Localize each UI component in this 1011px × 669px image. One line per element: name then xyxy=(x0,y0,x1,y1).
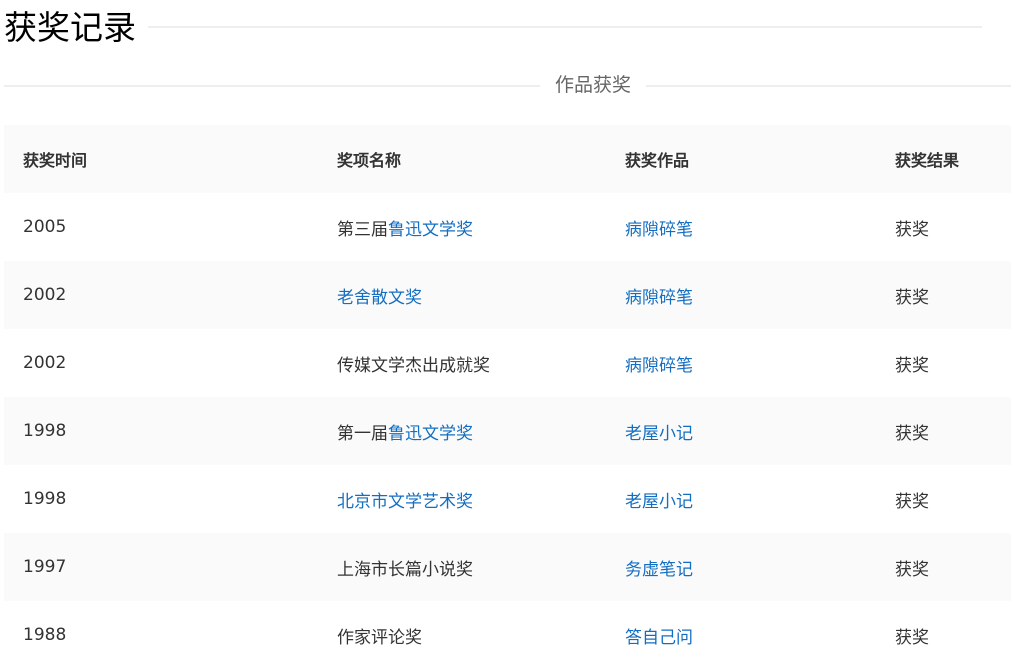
work-cell: 务虚笔记 xyxy=(625,533,895,601)
table-row: 1997 上海市长篇小说奖 务虚笔记 获奖 xyxy=(4,533,1011,601)
header-work: 获奖作品 xyxy=(625,151,690,170)
award-prefix: 第一届 xyxy=(337,423,388,444)
title-divider xyxy=(148,26,982,28)
header-award: 奖项名称 xyxy=(337,151,402,170)
award-cell: 老舍散文奖 xyxy=(337,261,625,329)
work-cell: 病隙碎笔 xyxy=(625,261,895,329)
work-cell: 病隙碎笔 xyxy=(625,193,895,261)
year-cell: 1997 xyxy=(23,557,67,577)
result-cell: 获奖 xyxy=(895,423,929,444)
table-header: 获奖时间 奖项名称 获奖作品 获奖结果 xyxy=(4,125,1011,193)
section-title: 作品获奖 xyxy=(540,72,647,98)
work-cell: 老屋小记 xyxy=(625,465,895,533)
year-cell: 2002 xyxy=(23,285,67,305)
year-cell: 1998 xyxy=(23,489,67,509)
page-title: 获奖记录 xyxy=(4,6,148,50)
work-link[interactable]: 病隙碎笔 xyxy=(625,356,693,376)
year-cell: 2002 xyxy=(23,353,67,373)
work-link[interactable]: 老屋小记 xyxy=(625,492,693,512)
result-cell: 获奖 xyxy=(895,491,929,512)
table-row: 2002 老舍散文奖 病隙碎笔 获奖 xyxy=(4,261,1011,329)
award-prefix: 传媒文学杰出成就奖 xyxy=(337,355,490,376)
work-link[interactable]: 务虚笔记 xyxy=(625,560,693,580)
result-cell: 获奖 xyxy=(895,559,929,580)
award-cell: 作家评论奖 xyxy=(337,601,625,669)
table-row: 2002 传媒文学杰出成就奖 病隙碎笔 获奖 xyxy=(4,329,1011,397)
awards-table: 获奖时间 奖项名称 获奖作品 获奖结果 2005 第三届鲁迅文学奖 病隙碎笔 获… xyxy=(4,125,1011,669)
award-prefix: 第三届 xyxy=(337,219,388,240)
year-cell: 1988 xyxy=(23,625,67,645)
award-cell: 北京市文学艺术奖 xyxy=(337,465,625,533)
award-cell: 第一届鲁迅文学奖 xyxy=(337,397,625,465)
work-link[interactable]: 老屋小记 xyxy=(625,424,693,444)
result-cell: 获奖 xyxy=(895,287,929,308)
table-row: 1998 北京市文学艺术奖 老屋小记 获奖 xyxy=(4,465,1011,533)
award-prefix: 上海市长篇小说奖 xyxy=(337,559,473,580)
award-cell: 传媒文学杰出成就奖 xyxy=(337,329,625,397)
header-time: 获奖时间 xyxy=(23,151,88,170)
work-cell: 老屋小记 xyxy=(625,397,895,465)
work-cell: 病隙碎笔 xyxy=(625,329,895,397)
award-cell: 上海市长篇小说奖 xyxy=(337,533,625,601)
work-link[interactable]: 答自己问 xyxy=(625,628,693,648)
result-cell: 获奖 xyxy=(895,627,929,648)
result-cell: 获奖 xyxy=(895,219,929,240)
header-result: 获奖结果 xyxy=(895,151,960,170)
work-link[interactable]: 病隙碎笔 xyxy=(625,220,693,240)
table-row: 2005 第三届鲁迅文学奖 病隙碎笔 获奖 xyxy=(4,193,1011,261)
award-link[interactable]: 北京市文学艺术奖 xyxy=(337,492,473,512)
award-link[interactable]: 鲁迅文学奖 xyxy=(388,424,473,444)
work-link[interactable]: 病隙碎笔 xyxy=(625,288,693,308)
section-divider xyxy=(4,85,1011,87)
result-cell: 获奖 xyxy=(895,355,929,376)
table-row: 1988 作家评论奖 答自己问 获奖 xyxy=(4,601,1011,669)
award-prefix: 作家评论奖 xyxy=(337,627,422,648)
year-cell: 2005 xyxy=(23,217,67,237)
award-cell: 第三届鲁迅文学奖 xyxy=(337,193,625,261)
award-link[interactable]: 老舍散文奖 xyxy=(337,288,422,308)
year-cell: 1998 xyxy=(23,421,67,441)
table-row: 1998 第一届鲁迅文学奖 老屋小记 获奖 xyxy=(4,397,1011,465)
work-cell: 答自己问 xyxy=(625,601,895,669)
award-link[interactable]: 鲁迅文学奖 xyxy=(388,220,473,240)
